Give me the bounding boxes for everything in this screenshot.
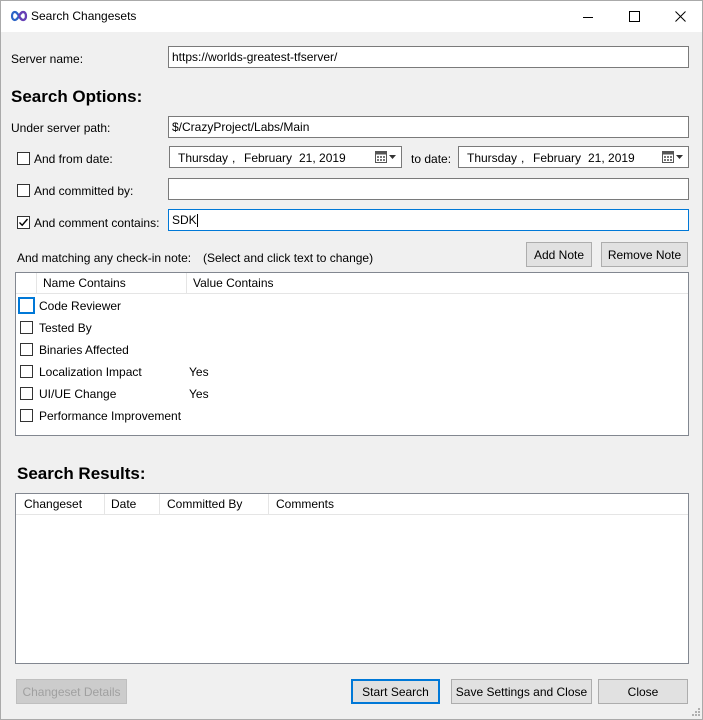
results-column-date[interactable]: Date <box>105 494 160 515</box>
committed-by-label: And committed by: <box>34 184 134 198</box>
calendar-dropdown-icon[interactable] <box>662 151 684 164</box>
search-options-heading: Search Options: <box>11 87 143 106</box>
add-note-button[interactable]: Add Note <box>526 242 592 267</box>
to-date-weekday: Thursday <box>467 151 518 165</box>
note-name: Performance Improvement <box>39 409 182 423</box>
note-row[interactable]: Localization Impact Yes <box>16 361 686 383</box>
server-name-label: Server name: <box>11 52 84 66</box>
maximize-button[interactable] <box>611 1 657 32</box>
note-checkbox[interactable] <box>20 343 33 356</box>
title-bar[interactable]: Search Changesets <box>1 1 702 32</box>
from-date-sep: , <box>232 151 236 165</box>
note-value: Yes <box>189 365 209 379</box>
note-name: Localization Impact <box>39 365 142 379</box>
note-name: UI/UE Change <box>39 387 117 401</box>
notes-list-header: Name Contains Value Contains <box>16 273 688 294</box>
comment-value: SDK <box>172 213 197 227</box>
infinity-icon <box>10 10 28 22</box>
search-changesets-dialog: Search Changesets Server name: https://w… <box>0 0 703 720</box>
close-icon <box>674 11 686 22</box>
note-name: Binaries Affected <box>39 343 129 357</box>
comment-contains-label: And comment contains: <box>34 216 160 230</box>
note-checkbox[interactable] <box>20 409 33 422</box>
notes-column-value[interactable]: Value Contains <box>187 273 337 294</box>
to-date-month: February <box>533 151 582 165</box>
server-path-label: Under server path: <box>11 121 111 135</box>
from-date-picker[interactable]: Thursday , February 21, 2019 <box>169 146 402 168</box>
committed-by-field[interactable] <box>168 178 689 200</box>
search-results-heading: Search Results: <box>17 464 146 483</box>
note-row[interactable]: UI/UE Change Yes <box>16 383 686 405</box>
maximize-icon <box>628 11 640 22</box>
note-value: Yes <box>189 387 209 401</box>
results-column-changeset[interactable]: Changeset <box>16 494 105 515</box>
changeset-details-button[interactable]: Changeset Details <box>16 679 127 704</box>
from-date-label: And from date: <box>34 152 113 166</box>
results-column-committed-by[interactable]: Committed By <box>160 494 269 515</box>
results-list-header: Changeset Date Committed By Comments <box>16 494 688 515</box>
text-cursor <box>196 214 198 228</box>
note-row[interactable]: Tested By <box>16 317 686 339</box>
server-path-field[interactable]: $/CrazyProject/Labs/Main <box>168 116 689 138</box>
minimize-button[interactable] <box>565 1 611 32</box>
note-name: Code Reviewer <box>39 299 122 313</box>
from-date-month: February <box>244 151 293 165</box>
minimize-icon <box>583 16 593 18</box>
checkin-note-hint: (Select and click text to change) <box>203 251 374 265</box>
from-date-day-year: 21, 2019 <box>299 151 346 165</box>
save-settings-button[interactable]: Save Settings and Close <box>451 679 592 704</box>
window-title: Search Changesets <box>31 9 137 23</box>
start-search-button[interactable]: Start Search <box>351 679 440 704</box>
note-row[interactable]: Binaries Affected <box>16 339 686 361</box>
checkmark-icon <box>19 218 29 227</box>
note-checkbox[interactable] <box>20 321 33 334</box>
committed-by-checkbox[interactable] <box>17 184 30 197</box>
comment-contains-field[interactable]: SDK <box>168 209 689 231</box>
to-date-picker[interactable]: Thursday , February 21, 2019 <box>458 146 689 168</box>
close-button[interactable]: Close <box>598 679 688 704</box>
to-date-sep: , <box>521 151 525 165</box>
note-checkbox[interactable] <box>20 387 33 400</box>
note-checkbox[interactable] <box>18 297 35 314</box>
notes-column-name[interactable]: Name Contains <box>37 273 187 294</box>
from-date-weekday: Thursday <box>178 151 229 165</box>
comment-contains-checkbox[interactable] <box>17 216 30 229</box>
search-results-list[interactable]: Changeset Date Committed By Comments <box>15 493 689 664</box>
note-checkbox[interactable] <box>20 365 33 378</box>
note-row[interactable]: Performance Improvement <box>16 405 686 427</box>
remove-note-button[interactable]: Remove Note <box>601 242 688 267</box>
to-date-label: to date: <box>411 152 452 166</box>
resize-grip-icon[interactable] <box>691 707 701 717</box>
from-date-checkbox[interactable] <box>17 152 30 165</box>
to-date-day-year: 21, 2019 <box>588 151 635 165</box>
close-window-button[interactable] <box>657 1 703 32</box>
results-column-comments[interactable]: Comments <box>269 494 429 515</box>
note-row[interactable]: Code Reviewer <box>16 295 686 317</box>
note-name: Tested By <box>39 321 92 335</box>
checkin-notes-list[interactable]: Name Contains Value Contains Code Review… <box>15 272 689 436</box>
checkin-note-label: And matching any check-in note: <box>17 251 192 265</box>
notes-checkbox-column <box>16 273 37 294</box>
server-name-field[interactable]: https://worlds-greatest-tfserver/ <box>168 46 689 68</box>
calendar-dropdown-icon[interactable] <box>375 151 397 164</box>
